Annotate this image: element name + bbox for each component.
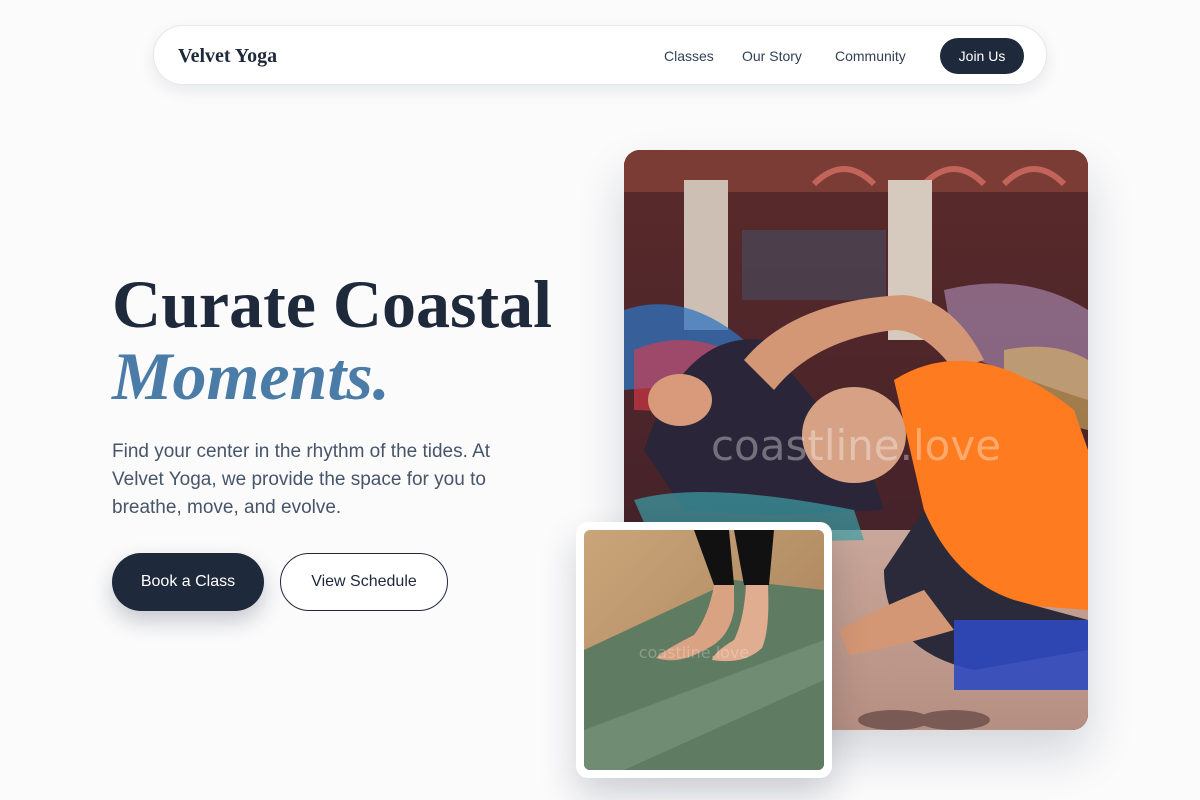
- book-class-button[interactable]: Book a Class: [112, 553, 264, 611]
- nav-link-classes[interactable]: Classes: [664, 26, 714, 86]
- inset-image-feet-on-mat: coastline.love: [576, 522, 832, 778]
- view-schedule-button[interactable]: View Schedule: [280, 553, 448, 611]
- inset-watermark-text: coastline.love: [639, 643, 750, 662]
- headline-line-2: Moments.: [112, 338, 390, 414]
- headline-line-1: Curate Coastal: [112, 266, 553, 342]
- hero-description: Find your center in the rhythm of the ti…: [112, 441, 491, 518]
- top-nav: Velvet Yoga Classes Our Story Community …: [153, 25, 1047, 85]
- nav-link-our-story[interactable]: Our Story: [742, 26, 802, 86]
- feet-on-mat-illustration: coastline.love: [584, 530, 824, 770]
- brand-logo[interactable]: Velvet Yoga: [178, 26, 277, 86]
- nav-link-community[interactable]: Community: [835, 26, 906, 86]
- hero-headline: Curate Coastal Moments.: [112, 268, 582, 412]
- watermark-text: coastline.love: [711, 421, 1001, 470]
- join-us-button[interactable]: Join Us: [940, 38, 1024, 74]
